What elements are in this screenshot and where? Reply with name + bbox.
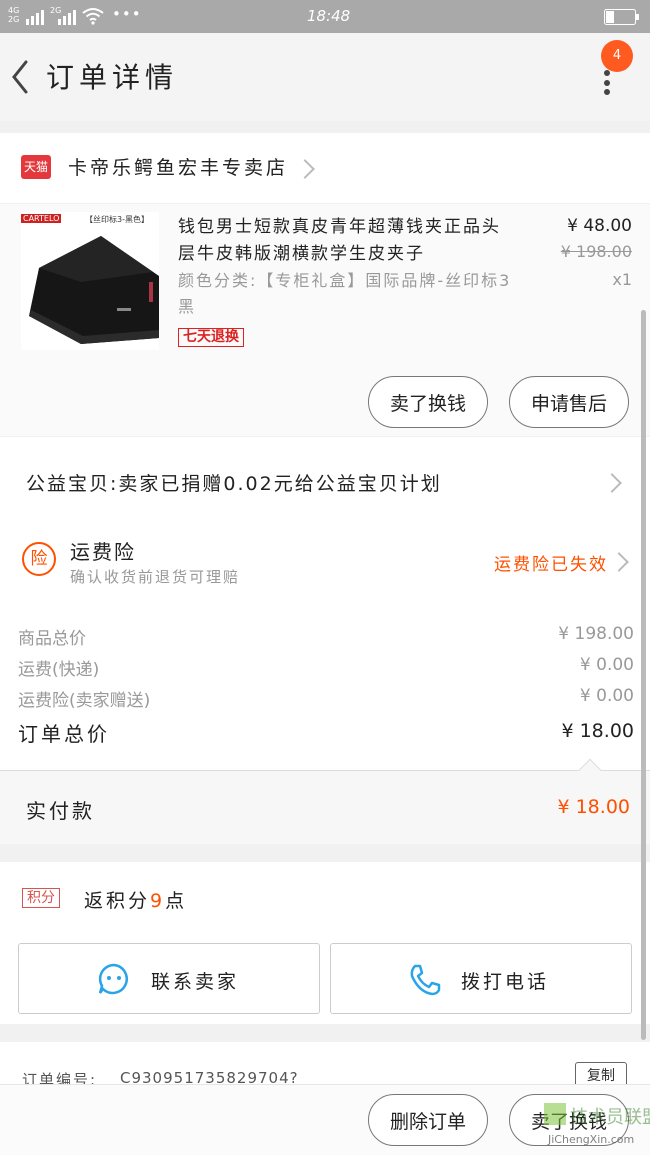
battery-icon xyxy=(604,9,640,29)
shop-name: 卡帝乐鳄鱼宏丰专卖店 xyxy=(68,157,289,179)
row-value-shipping: ¥ 0.00 xyxy=(579,655,634,675)
row-label-insurance: 运费险(卖家赠送) xyxy=(18,691,151,711)
row-label-shipping: 运费(快递) xyxy=(18,660,100,680)
shop-row[interactable]: 天猫 卡帝乐鳄鱼宏丰专卖店 xyxy=(0,133,650,203)
network-label-2g: 2G xyxy=(8,15,20,24)
scrollbar[interactable] xyxy=(641,310,646,1040)
points-badge: 积分 xyxy=(22,888,60,908)
signal-icon-1 xyxy=(26,9,44,29)
insurance-subtitle: 确认收货前退货可理赔 xyxy=(70,568,241,586)
product-sku: 颜色分类:【专柜礼盒】国际品牌-丝印标3黑 xyxy=(178,271,512,316)
charity-text: 公益宝贝:卖家已捐赠0.02元给公益宝贝计划 xyxy=(26,473,442,495)
product-card[interactable]: CARTELO 【丝印标3-黑色】 钱包男士短款真皮青年超薄钱夹正品头层牛皮韩版… xyxy=(0,204,650,436)
nav-header: 订单详情 4 xyxy=(0,33,650,121)
thumb-brand: CARTELO xyxy=(21,214,62,223)
product-original-price: ¥ 198.00 xyxy=(560,242,632,261)
sell-again-button[interactable]: 卖了换钱 xyxy=(368,376,488,428)
price-summary: 商品总价 ¥ 198.00 运费(快递) ¥ 0.00 运费险(卖家赠送) ¥ … xyxy=(0,608,650,770)
chevron-right-icon xyxy=(609,552,629,572)
points-prefix: 返积分 xyxy=(84,890,151,912)
status-bar: 4G 2G 2G ••• 18:48 xyxy=(0,0,650,33)
row-value-goods-total: ¥ 198.00 xyxy=(558,624,634,644)
watermark-url: JiChengXin.com xyxy=(548,1133,635,1146)
row-value-insurance: ¥ 0.00 xyxy=(579,686,634,706)
watermark-title: 技术员联盟 xyxy=(570,1107,650,1128)
wallet-image-icon xyxy=(29,236,159,344)
insurance-title: 运费险 xyxy=(70,540,136,564)
watermark: 技术员联盟 JiChengXin.com xyxy=(530,1103,650,1151)
signal-icon-2 xyxy=(58,9,76,29)
back-arrow-icon[interactable] xyxy=(6,57,36,97)
call-phone-button[interactable]: 拨打电话 xyxy=(330,943,632,1014)
phone-icon xyxy=(407,962,443,1002)
watermark-logo-icon xyxy=(544,1103,566,1125)
product-thumbnail: CARTELO 【丝印标3-黑色】 xyxy=(21,212,159,350)
page-title: 订单详情 xyxy=(46,61,179,94)
order-total-value: ¥ 18.00 xyxy=(561,720,634,742)
wifi-icon xyxy=(82,7,104,29)
shipping-insurance-row[interactable]: 险 运费险 确认收货前退货可理赔 运费险已失效 xyxy=(0,524,650,608)
network-label-4g: 4G xyxy=(8,6,20,15)
charity-row[interactable]: 公益宝贝:卖家已捐赠0.02元给公益宝贝计划 xyxy=(0,437,650,524)
row-label-goods-total: 商品总价 xyxy=(18,629,86,649)
call-phone-label: 拨打电话 xyxy=(461,971,550,993)
return-policy-badge: 七天退换 xyxy=(178,328,244,347)
product-quantity: x1 xyxy=(612,270,632,289)
paid-label: 实付款 xyxy=(26,799,95,823)
points-contact-card: 积分 返积分9点 联系卖家 拨打电话 xyxy=(0,862,650,1024)
product-price: ¥ 48.00 xyxy=(567,216,632,236)
points-suffix: 点 xyxy=(165,890,188,912)
insurance-status: 运费险已失效 xyxy=(494,555,608,575)
chevron-right-icon xyxy=(295,159,315,179)
paid-amount-row: 实付款 ¥ 18.00 xyxy=(0,758,650,844)
contact-seller-label: 联系卖家 xyxy=(151,971,240,993)
product-title: 钱包男士短款真皮青年超薄钱夹正品头层牛皮韩版潮横款学生皮夹子 xyxy=(178,217,501,264)
paid-value: ¥ 18.00 xyxy=(557,796,630,818)
notification-badge: 4 xyxy=(601,40,633,72)
apply-after-sale-button[interactable]: 申请售后 xyxy=(509,376,629,428)
points-number: 9 xyxy=(150,890,166,912)
thumb-tag: 【丝印标3-黑色】 xyxy=(85,215,149,224)
chat-bubble-icon xyxy=(97,962,131,1000)
more-dots-icon: ••• xyxy=(112,5,142,23)
points-text: 返积分9点 xyxy=(84,886,187,913)
insurance-icon: 险 xyxy=(22,542,56,576)
delete-order-button[interactable]: 删除订单 xyxy=(368,1094,488,1146)
tmall-badge: 天猫 xyxy=(21,155,51,179)
chevron-right-icon xyxy=(602,473,622,493)
order-total-label: 订单总价 xyxy=(18,722,110,746)
clock: 18:48 xyxy=(307,7,351,25)
contact-seller-button[interactable]: 联系卖家 xyxy=(18,943,320,1014)
